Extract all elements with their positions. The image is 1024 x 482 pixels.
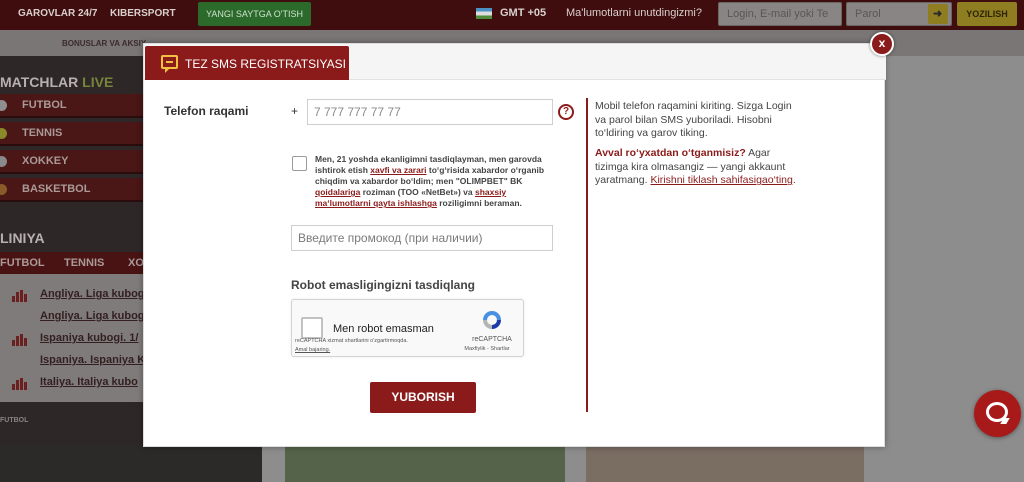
recaptcha-checkbox[interactable] — [301, 317, 323, 339]
matches-heading-text: MATCHLAR — [0, 74, 79, 90]
phone-prefix: + — [291, 104, 299, 118]
sms-icon — [161, 55, 178, 73]
language-flag-icon[interactable] — [476, 8, 492, 19]
list-item[interactable]: Angliya. Liga kubogi. — [0, 284, 151, 306]
restore-access-link[interactable]: Kirishni tiklash sahifasigao‘ting — [650, 174, 792, 186]
sidebar-item-tennis[interactable]: TENNIS — [0, 122, 143, 146]
agree-text-part: roziman (TOO «NetBet») va — [360, 187, 475, 198]
already-registered-question: Avval ro‘yxatdan o‘tganmisiz? — [595, 147, 746, 159]
agree-text: Men, 21 yoshda ekanligimni tasdiqlayman,… — [315, 154, 559, 209]
tab-futbol[interactable]: FUTBOL — [0, 257, 45, 269]
promo-code-field[interactable] — [291, 225, 553, 251]
sport-label: XOKKEY — [22, 155, 69, 167]
risk-link[interactable]: xavfi va zarari — [370, 165, 426, 175]
tab-tennis[interactable]: TENNIS — [64, 257, 104, 269]
agree-checkbox[interactable] — [292, 156, 307, 171]
chat-button[interactable] — [974, 390, 1021, 437]
close-button[interactable]: x — [870, 32, 894, 56]
register-button[interactable]: YOZILISH — [957, 2, 1017, 26]
stats-icon — [12, 290, 28, 302]
sport-label: BASKETBOL — [22, 183, 91, 195]
recaptcha-brand: reCAPTCHA — [472, 336, 512, 343]
login-field[interactable]: Login, E-mail yoki Te — [718, 2, 842, 26]
league-link[interactable]: Italiya. Italiya kubo — [40, 376, 138, 388]
close-icon: x — [878, 36, 886, 50]
top-bar: GAROVLAR 24/7 KIBERSPORT YANGI SAYTGA O'… — [0, 0, 1024, 30]
modal-title: TEZ SMS REGISTRATSIYASI — [185, 57, 346, 71]
modal-header: TEZ SMS REGISTRATSIYASI — [144, 44, 886, 80]
sidebar-item-xokkey[interactable]: XOKKEY — [0, 150, 143, 174]
tab-xokkey[interactable]: XO — [128, 257, 144, 269]
stats-icon — [12, 334, 28, 346]
matches-live-heading: MATCHLAR LIVE — [0, 74, 143, 90]
new-site-button[interactable]: YANGI SAYTGA O'TISH — [198, 2, 311, 26]
agree-text-part: roziligimni beraman. — [436, 198, 522, 209]
list-item[interactable]: Ispaniya kubogi. 1/ — [0, 328, 143, 350]
sidebar-tabs: FUTBOL TENNIS XO — [0, 252, 144, 274]
nav-link-kibersport[interactable]: KIBERSPORT — [110, 8, 176, 19]
league-link[interactable]: Ispaniya. Ispaniya K — [40, 354, 145, 366]
sms-registration-modal: TEZ SMS REGISTRATSIYASI x Telefon raqami… — [143, 32, 894, 447]
submit-button[interactable]: YUBORISH — [370, 382, 476, 413]
login-enter-icon: ➜ — [933, 8, 943, 20]
list-item[interactable]: Italiya. Italiya kubo — [0, 372, 143, 394]
promo-tile[interactable] — [0, 446, 262, 482]
sidebar-item-futbol[interactable]: FUTBOL — [0, 94, 143, 118]
list-item[interactable]: Ispaniya. Ispaniya K — [0, 350, 145, 372]
sport-label: FUTBOL — [22, 99, 67, 111]
column-divider — [586, 98, 588, 412]
recaptcha-action-link[interactable]: Amal bajaring. — [295, 347, 330, 353]
tennis-ball-icon — [0, 128, 7, 139]
login-enter-button[interactable]: ➜ — [928, 4, 948, 24]
football-icon — [0, 100, 7, 111]
rules-link[interactable]: qoidalariga — [315, 187, 360, 197]
live-label: LIVE — [82, 74, 114, 90]
sidebar-item-basketbol[interactable]: BASKETBOL — [0, 178, 143, 202]
promo-tile[interactable] — [285, 446, 565, 482]
futbol-section-strip: FUTBOL — [0, 414, 143, 430]
already-registered-text: Avval ro‘yxatdan o‘tganmisiz? Agar tizim… — [595, 147, 800, 188]
promo-tile[interactable] — [586, 446, 864, 482]
recaptcha-icon — [483, 311, 501, 329]
futbol-strip-label: FUTBOL — [0, 417, 29, 424]
line-heading: LINIYA — [0, 230, 45, 246]
already-registered-end: . — [792, 174, 796, 187]
recaptcha-widget: Men robot emasman reCAPTCHA Maxfiylik - … — [291, 299, 524, 357]
subnav-bonus-link[interactable]: BONUSLAR VA AKSIY — [62, 39, 146, 48]
recaptcha-label: Men robot emasman — [333, 323, 434, 335]
sport-label: TENNIS — [22, 127, 63, 139]
hockey-icon — [0, 156, 7, 167]
robot-check-heading: Robot emasligingizni tasdiqlang — [291, 278, 476, 292]
league-link[interactable]: Angliya. Liga kubogi — [40, 310, 148, 322]
recaptcha-privacy-links[interactable]: Maxfiylik - Shartlar — [452, 346, 522, 352]
league-link[interactable]: Angliya. Liga kubogi. — [40, 288, 151, 300]
basketball-icon — [0, 184, 7, 195]
phone-label: Telefon raqami — [164, 104, 249, 118]
timezone-selector[interactable]: GMT +05 — [500, 7, 546, 19]
list-item[interactable]: Angliya. Liga kubogi — [0, 306, 148, 328]
forgot-credentials-link[interactable]: Ma'lumotlarni unutdingizmi? — [566, 7, 702, 19]
phone-field[interactable] — [307, 99, 553, 125]
league-list: Angliya. Liga kubogi. Angliya. Liga kubo… — [0, 274, 151, 402]
info-text: Mobil telefon raqamini kiriting. Sizga L… — [595, 100, 792, 140]
league-link[interactable]: Ispaniya kubogi. 1/ — [40, 332, 138, 344]
nav-link-garovlar[interactable]: GAROVLAR 24/7 — [18, 8, 97, 19]
recaptcha-note: reCAPTCHA xizmat shartlarini o'zgartirmo… — [295, 338, 408, 344]
chat-icon — [986, 402, 1008, 422]
stats-icon — [12, 378, 28, 390]
tab-sms-registration[interactable]: TEZ SMS REGISTRATSIYASI — [145, 46, 349, 80]
help-icon[interactable]: ? — [558, 104, 574, 120]
